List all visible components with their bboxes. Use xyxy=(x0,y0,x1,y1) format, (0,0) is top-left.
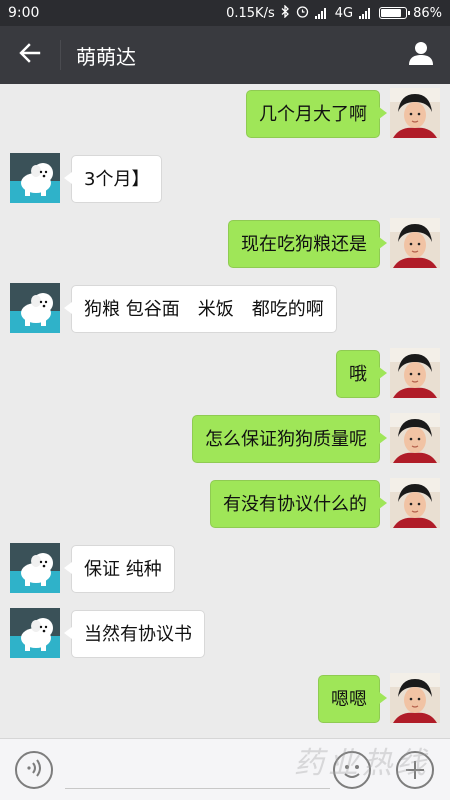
message-input[interactable] xyxy=(65,755,330,789)
voice-button[interactable] xyxy=(15,751,53,789)
chat-header: 萌萌达 xyxy=(0,26,450,84)
network-type: 4G xyxy=(334,5,354,21)
header-divider xyxy=(60,40,61,70)
message-row: 3个月】 xyxy=(0,153,450,205)
plus-icon xyxy=(406,761,424,779)
my-avatar[interactable] xyxy=(390,348,440,398)
arrow-left-icon xyxy=(19,43,41,67)
message-row: 嗯嗯 xyxy=(0,673,450,725)
received-message-bubble[interactable]: 当然有协议书 xyxy=(64,610,205,658)
message-list[interactable]: 几个月大了啊 3个月】现在吃狗粮还是狗粮 包谷面 米饭 都吃的啊哦怎么保证狗狗质量… xyxy=(0,84,450,738)
chat-title: 萌萌达 xyxy=(76,44,136,69)
my-avatar[interactable] xyxy=(390,478,440,528)
status-bar: 9:00 0.15K/s 4G 86% xyxy=(0,0,450,26)
signal-icon-2 xyxy=(359,7,373,19)
input-bar xyxy=(0,738,450,800)
contact-avatar[interactable] xyxy=(10,153,60,203)
message-row: 保证 纯种 xyxy=(0,543,450,595)
status-time: 9:00 xyxy=(8,5,40,21)
alarm-icon xyxy=(296,5,309,22)
received-message-bubble[interactable]: 保证 纯种 xyxy=(64,545,175,593)
battery-percent: 86% xyxy=(413,5,442,21)
sent-message-bubble[interactable]: 有没有协议什么的 xyxy=(210,480,387,528)
sent-message-bubble[interactable]: 现在吃狗粮还是 xyxy=(228,220,387,268)
my-avatar[interactable] xyxy=(390,413,440,463)
back-button[interactable] xyxy=(0,26,60,84)
my-avatar[interactable] xyxy=(390,88,440,138)
contact-avatar[interactable] xyxy=(10,543,60,593)
more-button[interactable] xyxy=(396,751,434,789)
message-row: 怎么保证狗狗质量呢 xyxy=(0,413,450,465)
received-message-bubble[interactable]: 3个月】 xyxy=(63,155,163,203)
my-avatar[interactable] xyxy=(390,673,440,723)
battery-icon xyxy=(379,7,411,19)
message-row: 哦 xyxy=(0,348,450,400)
message-row: 狗粮 包谷面 米饭 都吃的啊 xyxy=(0,283,450,335)
message-row: 当然有协议书 xyxy=(0,608,450,660)
message-row: 几个月大了啊 xyxy=(0,88,450,140)
network-speed: 0.15K/s xyxy=(226,5,275,21)
voice-icon xyxy=(24,758,44,782)
sent-message-bubble[interactable]: 几个月大了啊 xyxy=(246,90,387,138)
emoji-button[interactable] xyxy=(333,751,371,789)
profile-button[interactable] xyxy=(392,26,450,84)
signal-icon xyxy=(314,7,329,19)
bluetooth-icon xyxy=(281,3,290,22)
person-icon xyxy=(408,40,434,70)
sent-message-bubble[interactable]: 嗯嗯 xyxy=(318,675,387,723)
my-avatar[interactable] xyxy=(390,218,440,268)
sent-message-bubble[interactable]: 哦 xyxy=(336,350,387,398)
sent-message-bubble[interactable]: 怎么保证狗狗质量呢 xyxy=(192,415,387,463)
contact-avatar[interactable] xyxy=(10,608,60,658)
received-message-bubble[interactable]: 狗粮 包谷面 米饭 都吃的啊 xyxy=(64,285,337,333)
message-row: 现在吃狗粮还是 xyxy=(0,218,450,270)
message-row: 有没有协议什么的 xyxy=(0,478,450,530)
contact-avatar[interactable] xyxy=(10,283,60,333)
emoji-icon xyxy=(344,765,360,778)
